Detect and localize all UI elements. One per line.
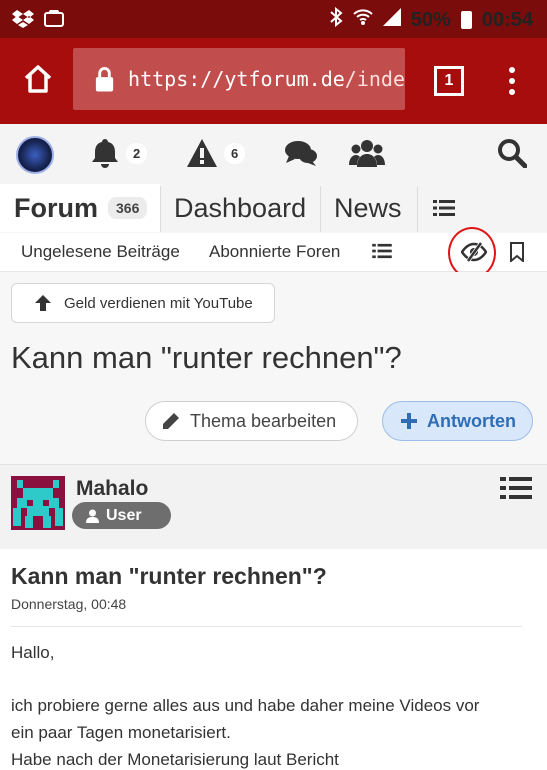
url-host: https://ytforum.de	[128, 67, 345, 91]
battery-icon	[460, 11, 472, 29]
warning-icon	[187, 139, 217, 167]
bell-icon	[92, 139, 118, 168]
forum-count-badge: 366	[108, 197, 148, 219]
home-icon	[24, 65, 52, 93]
menu-dot	[509, 89, 515, 95]
conversations-button[interactable]	[284, 135, 318, 171]
list-icon	[372, 243, 392, 259]
image-notification-icon	[44, 8, 64, 34]
user-avatar[interactable]	[16, 136, 54, 174]
tab-divider	[417, 186, 418, 232]
clock: 00:54	[481, 8, 533, 31]
reply-label: Antworten	[427, 410, 516, 431]
bluetooth-icon	[329, 6, 343, 33]
reply-button[interactable]: Antworten	[382, 401, 533, 441]
search-button[interactable]	[497, 135, 527, 171]
battery-percent: 50%	[410, 8, 451, 31]
list-icon	[433, 200, 455, 216]
users-icon	[349, 140, 385, 167]
arrow-up-icon	[35, 295, 51, 311]
bookmark-button[interactable]	[509, 242, 525, 267]
bookmark-icon	[510, 242, 524, 264]
wifi-icon	[353, 8, 373, 32]
tab-dashboard[interactable]: Dashboard	[174, 184, 306, 232]
unread-posts-link[interactable]: Ungelesene Beiträge	[21, 242, 180, 262]
pixel-invader-avatar	[11, 476, 65, 530]
post-text-line: ich probiere gerne alles aus und habe da…	[11, 696, 480, 715]
post-text-line: Hallo,	[11, 643, 55, 662]
home-button[interactable]	[22, 64, 54, 96]
address-bar[interactable]: https://ytforum.de/inde	[73, 48, 405, 110]
post-date[interactable]: Donnerstag, 00:48	[11, 596, 126, 612]
tab-news-label: News	[334, 192, 402, 223]
alerts-badge: 6	[224, 142, 246, 164]
alerts-button[interactable]: 6	[186, 135, 246, 171]
edit-thread-label: Thema bearbeiten	[190, 410, 337, 431]
tab-forum[interactable]: Forum 366	[0, 184, 160, 232]
tabs-more-button[interactable]	[433, 184, 455, 232]
tab-news[interactable]: News	[334, 184, 402, 232]
breadcrumb-label: Geld verdienen mit YouTube	[64, 294, 253, 312]
dropbox-icon	[12, 8, 34, 34]
post-text-line: Habe nach der Monetarisierung laut Beric…	[11, 750, 339, 769]
author-role-label: User	[106, 506, 142, 524]
browser-menu-button[interactable]	[508, 67, 516, 95]
search-icon	[498, 139, 527, 168]
subscribed-forums-link[interactable]: Abonnierte Foren	[209, 242, 340, 262]
menu-dot	[509, 67, 515, 73]
tab-switcher-button[interactable]: 1	[434, 66, 464, 96]
url-path: /inde	[344, 67, 405, 91]
list-icon	[500, 477, 532, 499]
forum-icon-bar	[0, 124, 547, 184]
divider	[11, 626, 522, 627]
page-title: Kann man "runter rechnen"?	[11, 340, 402, 375]
subnav-more-button[interactable]	[372, 243, 392, 264]
status-icons-left	[12, 8, 64, 34]
user-icon	[86, 509, 99, 523]
status-icons-right: 50% 00:54	[329, 6, 533, 33]
pencil-icon	[163, 413, 179, 429]
members-button[interactable]	[349, 135, 385, 171]
tab-forum-label: Forum	[14, 192, 98, 223]
plus-icon	[401, 413, 417, 429]
tab-dashboard-label: Dashboard	[174, 192, 307, 223]
author-name[interactable]: Mahalo	[76, 477, 148, 501]
author-avatar[interactable]	[11, 476, 65, 530]
tab-divider	[320, 186, 321, 232]
notifications-badge: 2	[126, 142, 148, 164]
post-menu-button[interactable]	[500, 476, 532, 505]
tab-divider	[160, 186, 161, 232]
notifications-button[interactable]: 2	[90, 135, 148, 171]
menu-dot	[509, 78, 515, 84]
signal-icon	[382, 8, 401, 32]
post-text-line: ein paar Tagen monetarisiert.	[11, 723, 231, 742]
lock-icon	[95, 67, 114, 92]
post-title: Kann man "runter rechnen"?	[11, 563, 327, 589]
url-text: https://ytforum.de/inde	[128, 67, 405, 91]
chat-icon	[285, 141, 317, 166]
author-role-badge: User	[72, 502, 171, 529]
edit-thread-button[interactable]: Thema bearbeiten	[145, 401, 358, 441]
breadcrumb[interactable]: Geld verdienen mit YouTube	[11, 283, 275, 323]
